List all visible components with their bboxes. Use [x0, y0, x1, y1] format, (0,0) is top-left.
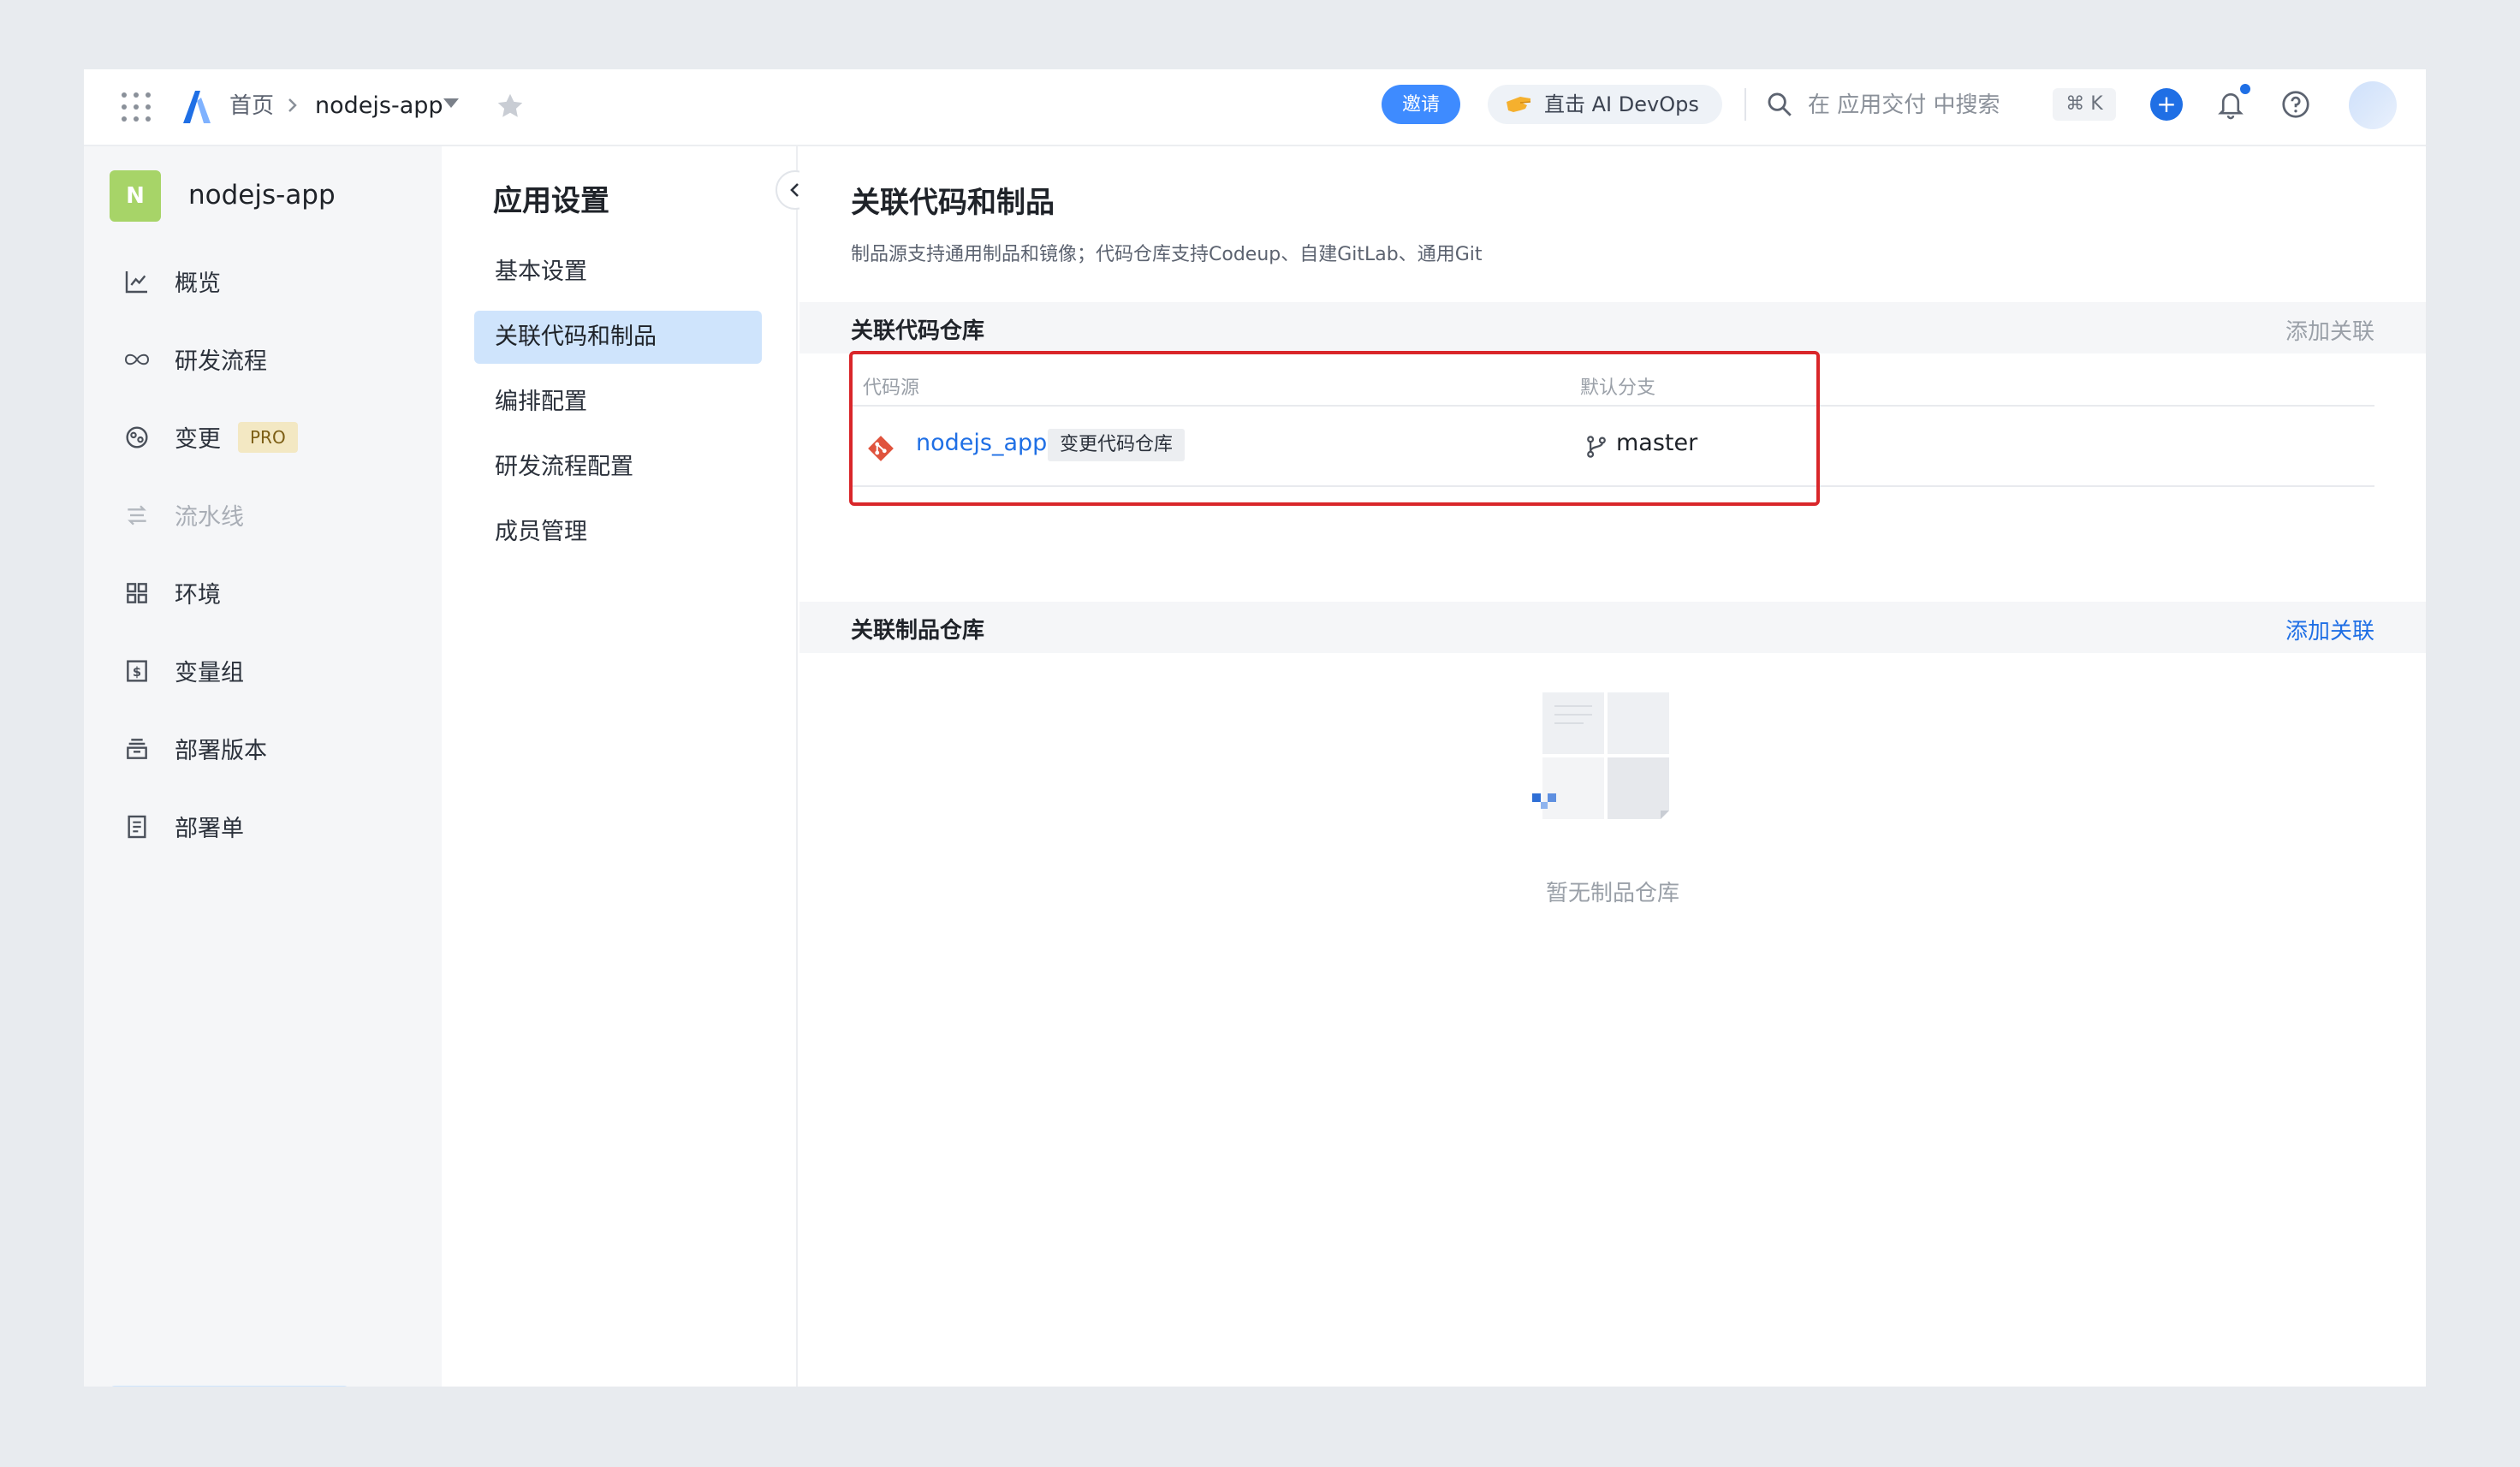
sidebar-item-change[interactable]: 变更 PRO — [110, 398, 416, 476]
sidebar-item-pipeline[interactable]: 流水线 — [110, 476, 416, 554]
page-title: 关联代码和制品 — [851, 186, 1055, 220]
search-input[interactable]: 在 应用交付 中搜索 — [1808, 88, 2000, 122]
search-icon[interactable] — [1765, 90, 1794, 119]
sidebar-item-label: 变更 — [175, 426, 221, 453]
sidebar-item-label: 环境 — [175, 582, 221, 609]
help-icon[interactable] — [2280, 89, 2311, 120]
svg-text:$: $ — [133, 665, 141, 680]
subnav-title: 应用设置 — [493, 184, 609, 218]
sidebar-item-devflow[interactable]: 研发流程 — [110, 320, 416, 398]
archive-icon — [120, 732, 154, 766]
highlight-box — [849, 351, 1820, 506]
section-title: 关联代码仓库 — [851, 318, 985, 344]
dollar-box-icon: $ — [120, 654, 154, 688]
sidebar: N nodejs-app 概览 研发流程 变更 PRO 流水线 环境 $ 变量组… — [84, 146, 442, 1387]
sidebar-item-label: 研发流程 — [175, 348, 267, 375]
breadcrumb-app[interactable]: nodejs-app — [315, 91, 443, 122]
subnav-item-orchestration[interactable]: 编排配置 — [474, 376, 762, 429]
change-icon — [120, 420, 154, 454]
top-bar: 首页 nodejs-app 邀请 直击 AI DevOps 在 应用交付 中搜索… — [84, 69, 2426, 146]
add-artifact-repo-link[interactable]: 添加关联 — [2285, 614, 2374, 645]
apps-grid-icon[interactable] — [122, 92, 151, 122]
star-icon[interactable] — [495, 91, 526, 122]
subnav-list: 基本设置 关联代码和制品 编排配置 研发流程配置 成员管理 — [474, 246, 762, 571]
sidebar-item-label: 变量组 — [175, 660, 244, 686]
pipeline-icon — [120, 498, 154, 532]
app-badge: N — [110, 170, 161, 222]
sidebar-item-variable-group[interactable]: $ 变量组 — [110, 632, 416, 710]
chart-line-icon — [120, 264, 154, 299]
sidebar-item-label: 部署版本 — [175, 738, 267, 764]
subnav-item-basic[interactable]: 基本设置 — [474, 246, 762, 299]
breadcrumb-home[interactable]: 首页 — [229, 91, 274, 122]
sidebar-item-deploy-version[interactable]: 部署版本 — [110, 710, 416, 787]
subnav-item-code-artifact[interactable]: 关联代码和制品 — [474, 311, 762, 364]
sidebar-item-deploy-order[interactable]: 部署单 — [110, 787, 416, 865]
shortcut-hint: ⌘ K — [2053, 88, 2116, 121]
subnav-item-members[interactable]: 成员管理 — [474, 506, 762, 559]
app-window: 首页 nodejs-app 邀请 直击 AI DevOps 在 应用交付 中搜索… — [84, 69, 2426, 1387]
pro-badge: PRO — [238, 421, 298, 453]
artifact-repo-section-header: 关联制品仓库 添加关联 — [799, 602, 2426, 653]
sidebar-item-overview[interactable]: 概览 — [110, 242, 416, 320]
sidebar-nav: 概览 研发流程 变更 PRO 流水线 环境 $ 变量组 部署版本 部署单 — [110, 242, 416, 865]
empty-state-text: 暂无制品仓库 — [1545, 881, 1679, 906]
sidebar-app-name: nodejs-app — [188, 180, 336, 211]
settings-subnav: 应用设置 基本设置 关联代码和制品 编排配置 研发流程配置 成员管理 — [442, 146, 798, 1387]
code-repo-section-header: 关联代码仓库 添加关联 — [799, 302, 2426, 353]
chevron-right-icon — [288, 98, 297, 112]
invite-button[interactable]: 邀请 — [1382, 85, 1460, 124]
create-button[interactable]: + — [2150, 88, 2183, 121]
section-title: 关联制品仓库 — [851, 618, 985, 644]
infinity-icon — [120, 342, 154, 377]
logo-icon[interactable] — [180, 87, 214, 125]
avatar[interactable] — [2349, 81, 2397, 129]
subnav-item-devflow-config[interactable]: 研发流程配置 — [474, 441, 762, 494]
empty-state-illustration — [1532, 692, 1669, 819]
sidebar-item-label: 概览 — [175, 270, 221, 297]
sidebar-item-label: 流水线 — [175, 504, 244, 531]
pointing-hand-icon — [1507, 97, 1531, 112]
notification-dot — [2240, 84, 2250, 94]
main-content: 关联代码和制品 制品源支持通用制品和镜像；代码仓库支持Codeup、自建GitL… — [799, 146, 2426, 1387]
caret-down-icon[interactable] — [443, 98, 459, 108]
grid-icon — [120, 576, 154, 610]
header-divider — [1744, 88, 1746, 121]
sidebar-item-label: 部署单 — [175, 816, 244, 842]
sidebar-item-settings[interactable]: 设置 — [110, 1386, 349, 1387]
add-code-repo-link[interactable]: 添加关联 — [2285, 314, 2374, 346]
page-description: 制品源支持通用制品和镜像；代码仓库支持Codeup、自建GitLab、通用Git — [851, 244, 1483, 265]
document-icon — [120, 810, 154, 844]
sidebar-item-environment[interactable]: 环境 — [110, 554, 416, 632]
